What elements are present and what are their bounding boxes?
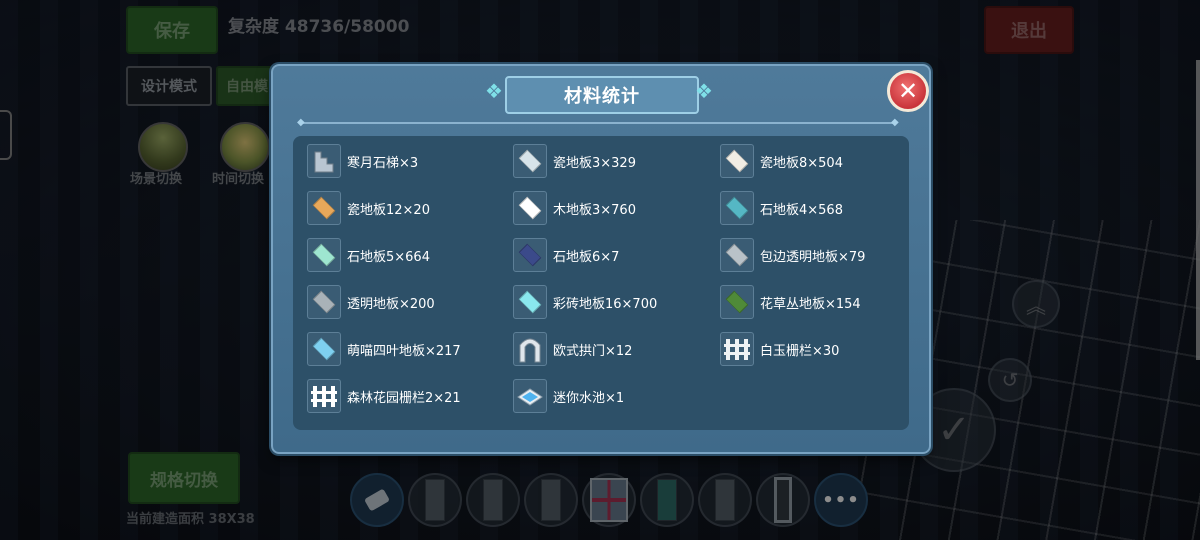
material-item-label: 瓷地板12×20	[347, 202, 430, 218]
close-button[interactable]: ✕	[887, 70, 929, 112]
material-item: 彩砖地板16×700	[513, 285, 657, 319]
floor-tile-icon	[513, 238, 547, 272]
floor-tile-icon	[307, 191, 341, 225]
tile-shape	[725, 243, 749, 267]
material-item-label: 彩砖地板16×700	[553, 296, 658, 312]
banner-ornament-icon: ❖	[695, 79, 713, 103]
floor-tile-icon	[720, 191, 754, 225]
stairs-icon	[307, 144, 341, 178]
tile-shape	[725, 149, 749, 173]
material-item-label: 透明地板×200	[347, 296, 435, 312]
floor-tile-icon	[307, 238, 341, 272]
material-item: 森林花园栅栏2×21	[307, 379, 461, 413]
tile-shape	[312, 243, 336, 267]
tile-shape	[518, 290, 542, 314]
close-icon: ✕	[897, 77, 919, 105]
tile-shape	[518, 243, 542, 267]
tile-shape	[518, 196, 542, 220]
floor-tile-icon	[307, 332, 341, 366]
arch-door-icon	[513, 332, 547, 366]
material-item-label: 石地板5×664	[347, 249, 430, 265]
material-item-label: 寒月石梯×3	[347, 155, 419, 171]
fence-icon	[307, 379, 341, 413]
material-item: 瓷地板8×504	[720, 144, 843, 178]
dialog-title: 材料统计	[564, 86, 640, 107]
banner-ornament-icon: ❖	[485, 79, 503, 103]
material-item-label: 花草丛地板×154	[760, 296, 861, 312]
tile-shape	[312, 196, 336, 220]
material-item: 石地板4×568	[720, 191, 843, 225]
fence-icon	[720, 332, 754, 366]
divider-end-icon: ◆	[297, 117, 305, 128]
material-item-label: 石地板4×568	[760, 202, 843, 218]
material-item: 白玉栅栏×30	[720, 332, 839, 366]
material-item: 瓷地板3×329	[513, 144, 636, 178]
material-item-label: 欧式拱门×12	[553, 343, 633, 359]
floor-tile-icon	[720, 238, 754, 272]
material-item-label: 木地板3×760	[553, 202, 636, 218]
floor-tile-icon	[307, 285, 341, 319]
floor-tile-icon	[720, 285, 754, 319]
material-item: 萌喵四叶地板×217	[307, 332, 461, 366]
material-item: 石地板6×7	[513, 238, 619, 272]
material-item: 寒月石梯×3	[307, 144, 418, 178]
material-item-label: 石地板6×7	[553, 249, 620, 265]
material-item: 石地板5×664	[307, 238, 430, 272]
floor-tile-icon	[513, 191, 547, 225]
material-item: 迷你水池×1	[513, 379, 624, 413]
material-item: 瓷地板12×20	[307, 191, 430, 225]
materials-list: 寒月石梯×3 瓷地板3×329 瓷地板8×504 瓷地板12×20 木地板3×760 石地…	[293, 136, 909, 430]
material-item: 欧式拱门×12	[513, 332, 632, 366]
dialog-title-banner: 材料统计	[505, 76, 699, 114]
floor-tile-icon	[513, 144, 547, 178]
tile-shape	[725, 196, 749, 220]
material-item: 包边透明地板×79	[720, 238, 865, 272]
divider-end-icon: ◆	[891, 117, 899, 128]
divider	[301, 122, 897, 124]
tile-shape	[518, 149, 542, 173]
floor-tile-icon	[513, 285, 547, 319]
material-item: 花草丛地板×154	[720, 285, 861, 319]
pool-icon	[513, 379, 547, 413]
material-item-label: 迷你水池×1	[553, 390, 625, 406]
material-item-label: 森林花园栅栏2×21	[347, 390, 461, 406]
material-item-label: 白玉栅栏×30	[760, 343, 840, 359]
material-item: 木地板3×760	[513, 191, 636, 225]
material-item-label: 瓷地板3×329	[553, 155, 636, 171]
material-item-label: 瓷地板8×504	[760, 155, 843, 171]
material-item-label: 包边透明地板×79	[760, 249, 866, 265]
material-stats-dialog: ❖ 材料统计 ❖ ✕ ◆ ◆ 寒月石梯×3 瓷地板3×329 瓷地板8×504 瓷地板…	[271, 64, 931, 454]
floor-tile-icon	[720, 144, 754, 178]
tile-shape	[312, 290, 336, 314]
tile-shape	[725, 290, 749, 314]
tile-shape	[312, 337, 336, 361]
material-item: 透明地板×200	[307, 285, 435, 319]
material-item-label: 萌喵四叶地板×217	[347, 343, 461, 359]
